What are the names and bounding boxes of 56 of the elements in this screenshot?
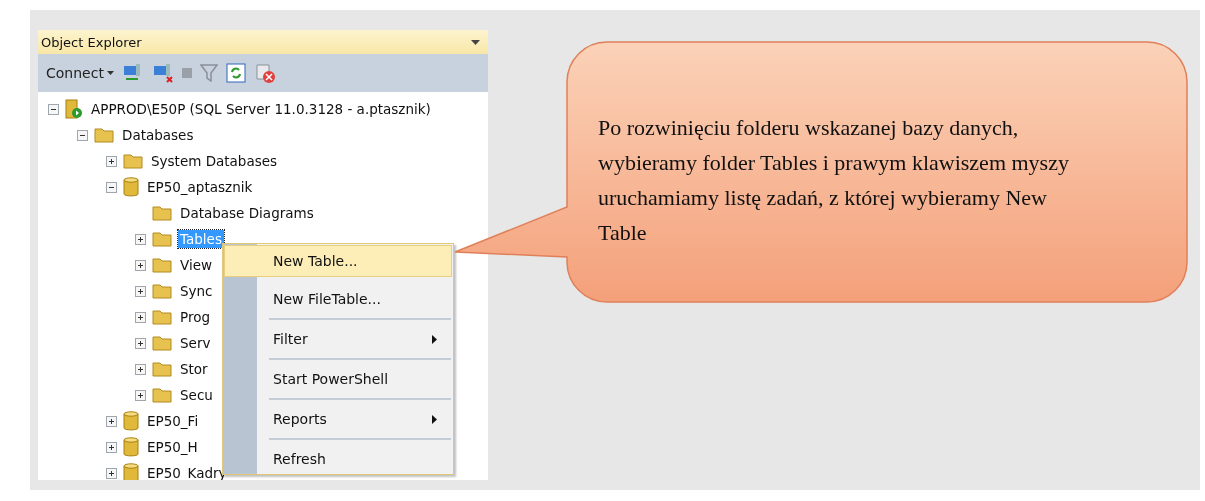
menu-item[interactable]: New Table... [225, 246, 451, 276]
folder-icon [123, 153, 143, 169]
database-icon [123, 463, 139, 480]
folder-icon [152, 231, 172, 247]
folder-icon [94, 127, 114, 143]
menu-item[interactable]: Reports [225, 400, 451, 438]
expand-icon[interactable] [135, 259, 146, 271]
expand-icon[interactable] [135, 285, 146, 297]
tree-item[interactable]: View [178, 256, 215, 274]
tree-item[interactable]: Stor [178, 360, 210, 378]
menu-item[interactable]: New FileTable... [225, 280, 451, 318]
expand-icon[interactable] [135, 363, 146, 375]
script-cancel-icon[interactable] [253, 62, 276, 84]
folder-icon [152, 309, 172, 325]
expand-icon[interactable] [106, 155, 117, 167]
folder-icon [152, 335, 172, 351]
expand-icon[interactable] [106, 467, 117, 479]
tree-item[interactable]: Sync [178, 282, 215, 300]
menu-item[interactable]: Filter [225, 320, 451, 358]
tree-item[interactable]: EP50_aptasznik [145, 178, 255, 196]
expand-icon[interactable] [135, 233, 146, 245]
tree-item[interactable]: APPROD\E50P (SQL Server 11.0.3128 - a.ptasznik) [89, 100, 433, 118]
database-icon [123, 177, 139, 197]
folder-icon [152, 205, 172, 221]
tree-item[interactable]: Databases [120, 126, 196, 144]
disconnect-server-icon[interactable] [151, 63, 174, 83]
collapse-icon[interactable] [106, 181, 117, 193]
panel-title: Object Explorer [41, 34, 142, 50]
dropdown-icon[interactable] [471, 39, 480, 45]
folder-icon [152, 283, 172, 299]
collapse-icon[interactable] [77, 129, 88, 141]
database-icon [123, 411, 139, 431]
folder-icon [152, 387, 172, 403]
expand-icon[interactable] [135, 389, 146, 401]
tree-item[interactable]: Prog [178, 308, 212, 326]
menu-item[interactable]: Refresh [225, 440, 451, 478]
database-icon [123, 437, 139, 457]
tree-item[interactable]: System Databases [149, 152, 280, 170]
tree-item[interactable]: EP50_Fi [145, 412, 201, 430]
tree-item[interactable]: Secu [178, 386, 215, 404]
expand-icon[interactable] [106, 415, 117, 427]
folder-icon [152, 257, 172, 273]
tree-item[interactable]: Database Diagrams [178, 204, 316, 222]
menu-item[interactable]: Start PowerShell [225, 360, 451, 398]
connect-button[interactable]: Connect [46, 65, 114, 81]
folder-icon [152, 361, 172, 377]
expand-icon[interactable] [135, 311, 146, 323]
caret-icon [106, 71, 114, 75]
collapse-icon[interactable] [48, 103, 59, 115]
server-icon [65, 99, 83, 119]
tree-item[interactable]: Serv [178, 334, 213, 352]
callout-text: Po rozwinięciu folderu wskazanej bazy danych, wybieramy folder Tables i prawym klawiszem myszy uruchamiamy listę zadań, z której wybieramy New Table [598, 114, 1070, 247]
tree-item[interactable]: EP50_H [145, 438, 200, 456]
expand-icon[interactable] [135, 337, 146, 349]
expand-icon[interactable] [106, 441, 117, 453]
refresh-icon[interactable] [225, 63, 246, 83]
